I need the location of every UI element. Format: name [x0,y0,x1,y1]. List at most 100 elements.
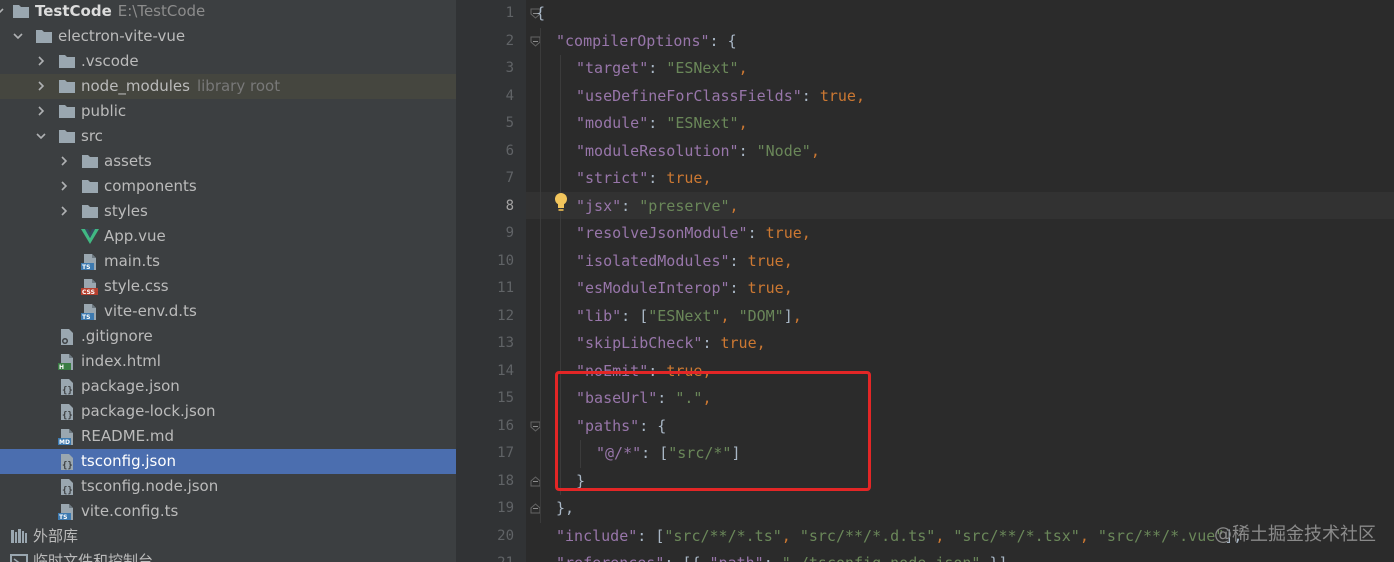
chevron-right-icon[interactable] [59,206,68,216]
chevron-right-icon[interactable] [36,106,45,116]
tree-item-label: 临时文件和控制台 [33,552,154,562]
tree-item-label: tsconfig.json [81,452,177,470]
folder-icon [81,153,99,170]
gitignore-file-icon [58,328,76,345]
tree-item-label: public [81,102,127,120]
code-line[interactable]: "include": ["src/**/*.ts", "src/**/*.d.t… [556,523,1242,550]
code-token: : [764,554,782,562]
code-token: true [765,224,802,242]
code-token: true [747,251,784,270]
tree-item-label: vite-env.d.ts [104,302,197,320]
json-file-icon: {} [58,403,76,421]
code-token: : [729,279,748,297]
code-line[interactable]: "references": [{ "path": "./tsconfig.nod… [556,550,1008,562]
chevron-right-icon[interactable] [36,81,45,91]
tree-item[interactable]: {} tsconfig.node.json [0,474,456,499]
line-number: 9 [505,225,514,241]
line-number: 15 [497,390,514,406]
code-line[interactable]: }, [556,495,574,522]
code-token: : [738,141,757,160]
folder-icon [58,128,76,145]
code-token: { [536,4,546,22]
project-root-path: E:\TestCode [117,2,206,20]
tree-item[interactable]: {} tsconfig.json [0,449,456,474]
code-line[interactable]: "strict": true, [576,165,711,192]
json-file-icon: {} [58,378,76,396]
tree-item[interactable]: App.vue [0,224,456,249]
code-line[interactable]: "jsx": "preserve", [576,193,739,220]
tree-item[interactable]: TS vite-env.d.ts [0,299,456,324]
code-token: "Node" [756,141,811,160]
library-icon [10,528,28,545]
tree-item[interactable]: CSS style.css [0,274,456,299]
ts-file-icon: TS [81,303,99,321]
tree-item[interactable]: assets [0,149,456,174]
code-token: : [702,334,721,352]
chevron-down-icon[interactable] [13,31,23,40]
code-token: : [648,114,667,132]
tree-item[interactable]: public [0,99,456,124]
chevron-right-icon[interactable] [59,181,68,191]
code-token: : { [709,31,737,50]
tree-item[interactable]: electron-vite-vue [0,24,456,49]
tree-item[interactable]: TS vite.config.ts [0,499,456,524]
code-token: "./tsconfig.node.json" [782,554,981,562]
tree-item[interactable]: 临时文件和控制台 [0,549,456,562]
code-line[interactable]: { [536,0,545,27]
chevron-down-icon[interactable] [36,131,46,140]
tree-item[interactable]: TS main.ts [0,249,456,274]
tree-item[interactable]: components [0,174,456,199]
tree-item[interactable]: MD README.md [0,424,456,449]
code-token: : [729,251,748,270]
code-token: "strict" [576,169,649,187]
tree-item-label: style.css [104,277,169,295]
code-token: "useDefineForClassFields" [576,86,802,105]
tree-item[interactable]: styles [0,199,456,224]
code-token: true [819,86,856,105]
code-line[interactable]: "isolatedModules": true, [576,248,793,275]
folder-icon [81,203,99,220]
chevron-right-icon[interactable] [59,156,68,166]
code-token: , [756,334,766,352]
tree-item-label: README.md [81,427,175,445]
tree-item[interactable]: Hindex.html [0,349,456,374]
code-line[interactable]: "moduleResolution": "Node", [576,138,820,165]
folder-icon [81,178,99,195]
tree-item[interactable]: {} package.json [0,374,456,399]
ts-file-icon: TS [81,253,99,271]
code-line[interactable]: "useDefineForClassFields": true, [576,83,865,110]
lightbulb-icon[interactable] [554,192,568,212]
code-line[interactable]: "module": "ESNext", [576,110,748,137]
code-token: , [855,86,865,105]
tree-item-label: main.ts [104,252,160,270]
code-line[interactable]: "skipLibCheck": true, [576,330,766,357]
tree-item[interactable]: {} package-lock.json [0,399,456,424]
code-line[interactable]: "esModuleInterop": true, [576,275,793,302]
project-root-row[interactable]: TestCode E:\TestCode [0,0,456,24]
svg-text:MD: MD [59,439,70,446]
tree-item[interactable]: .gitignore [0,324,456,349]
code-line[interactable]: "resolveJsonModule": true, [576,220,811,247]
code-token: ] [783,306,793,325]
tree-item[interactable]: node_modules library root [0,74,456,99]
chevron-down-icon[interactable] [0,6,4,14]
code-token: "DOM" [738,306,784,325]
code-line[interactable]: "target": "ESNext", [576,55,748,82]
code-line[interactable]: "compilerOptions": { [556,28,737,55]
code-token: , [738,114,748,132]
tree-item[interactable]: 外部库 [0,524,456,549]
code-token: }] [980,554,1007,562]
code-line[interactable]: "lib": ["ESNext", "DOM"], [576,303,802,330]
chevron-right-icon[interactable] [36,56,45,66]
project-tree-panel: TestCode E:\TestCode electron-vite-vue .vs… [0,0,456,562]
code-token: , [792,306,802,325]
code-token: "esModuleInterop" [576,279,730,297]
tree-item[interactable]: src [0,124,456,149]
code-token: , [783,251,793,270]
tree-item[interactable]: .vscode [0,49,456,74]
code-token: "path" [710,554,764,562]
tree-item-label: node_modules [81,77,190,95]
code-token: true [747,279,784,297]
tree-item-label: vite.config.ts [81,502,179,520]
code-token: "isolatedModules" [576,251,730,270]
